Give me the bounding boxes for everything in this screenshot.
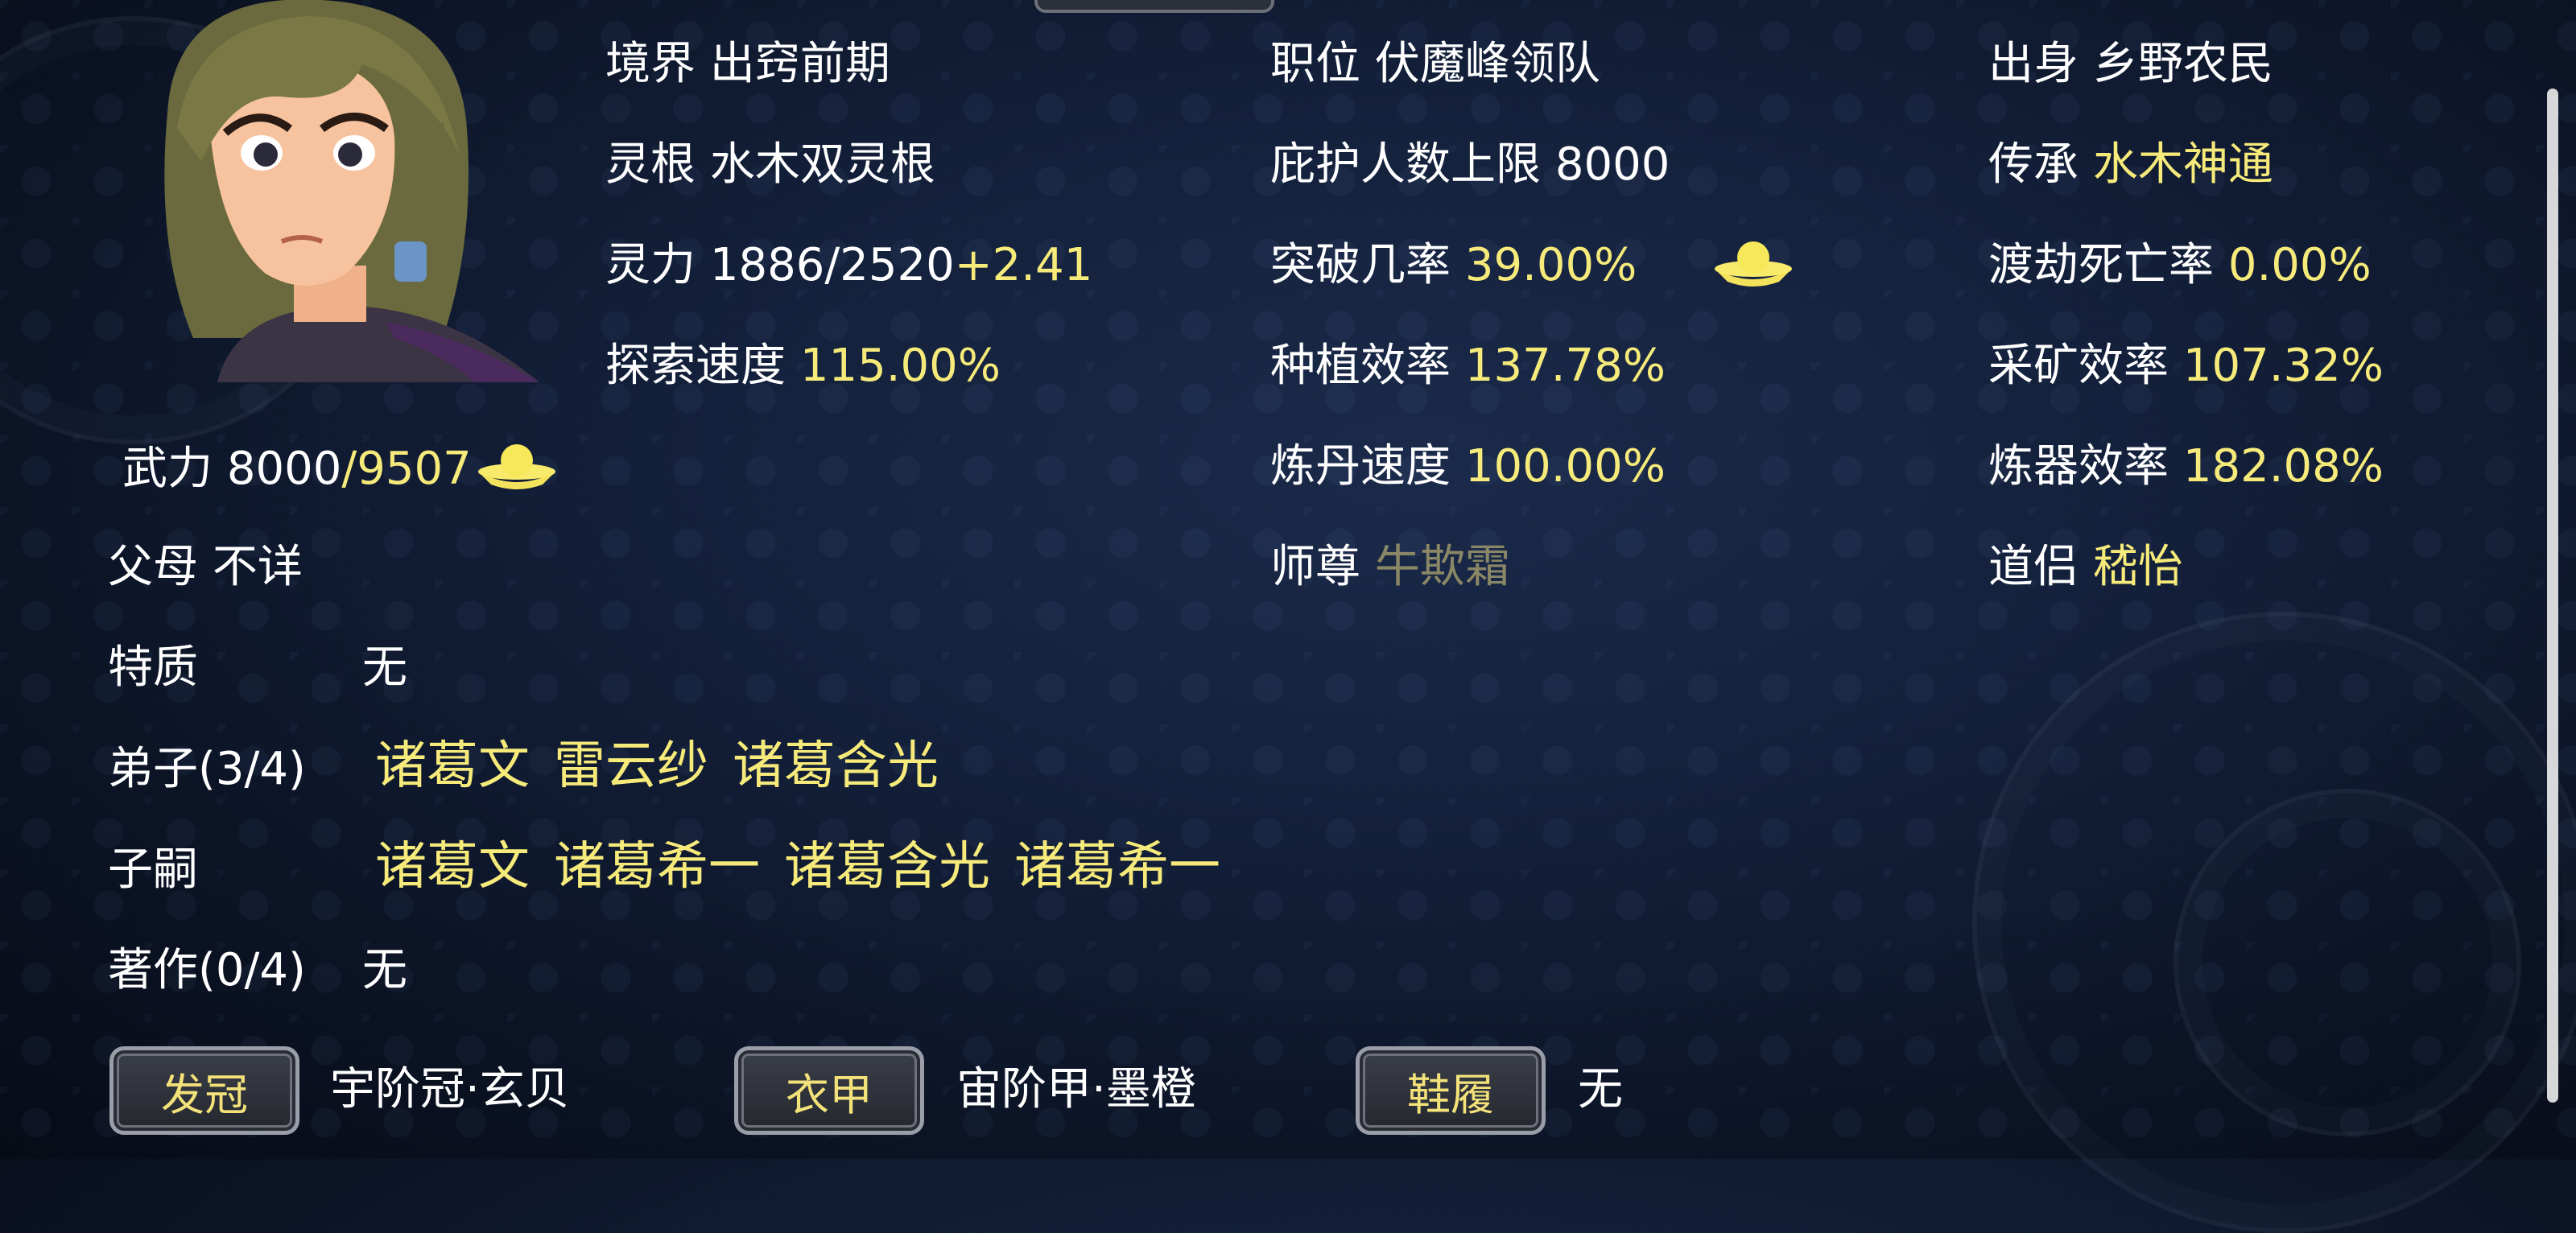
plant-row: 种植效率 137.78% — [1270, 344, 1666, 389]
shoes-equip-item: 无 — [1578, 1063, 1623, 1115]
trait-value: 无 — [362, 641, 407, 694]
spirit-row: 灵力 1886/2520+2.41 — [605, 243, 1092, 288]
mining-label: 采矿效率 — [1988, 340, 2169, 392]
explore-label: 探索速度 — [605, 340, 786, 392]
force-row: 武力 8000/9507 — [122, 447, 472, 492]
plant-value: 137.78% — [1464, 340, 1666, 392]
master-row[interactable]: 师尊 牛欺霜 — [1270, 545, 1510, 590]
mining-value: 107.32% — [2182, 340, 2384, 392]
armor-equip-button[interactable]: 衣甲 — [734, 1046, 924, 1135]
explore-value: 115.00% — [799, 340, 1001, 392]
parents-value: 不详 — [212, 541, 303, 593]
tribulation-row: 渡劫死亡率 0.00% — [1988, 243, 2372, 288]
origin-row: 出身 乡野农民 — [1988, 42, 2273, 87]
heir-name[interactable]: 诸葛希一 — [1014, 837, 1220, 897]
armor-equip-item: 宙阶甲·墨橙 — [956, 1063, 1196, 1115]
breakthrough-row: 突破几率 39.00% — [1270, 243, 1637, 288]
character-portrait — [121, 0, 539, 382]
breakthrough-label: 突破几率 — [1270, 239, 1451, 291]
partner-label: 道侣 — [1988, 541, 2079, 593]
shoes-equip-button[interactable]: 鞋履 — [1356, 1046, 1546, 1135]
alchemy-row: 炼丹速度 100.00% — [1270, 444, 1666, 489]
gold-ingot-icon[interactable] — [475, 443, 559, 494]
heirs-list: 诸葛文 诸葛希一 诸葛含光 诸葛希一 — [375, 841, 1245, 893]
root-value: 水木双灵根 — [709, 138, 935, 191]
heirs-label: 子嗣 — [108, 843, 198, 896]
root-row: 灵根 水木双灵根 — [605, 142, 935, 188]
partner-row[interactable]: 道侣 嵇怡 — [1988, 545, 2183, 590]
disciples-label: 弟子(3/4) — [108, 743, 306, 795]
shelter-value: 8000 — [1554, 138, 1670, 191]
partner-value[interactable]: 嵇怡 — [2093, 541, 2183, 593]
disciple-name[interactable]: 雷云纱 — [554, 736, 708, 796]
plant-label: 种植效率 — [1270, 340, 1451, 392]
gold-ingot-icon[interactable] — [1711, 240, 1795, 291]
heir-name[interactable]: 诸葛希一 — [554, 837, 760, 897]
alchemy-label: 炼丹速度 — [1270, 440, 1451, 493]
root-label: 灵根 — [605, 138, 696, 191]
parents-label: 父母 — [108, 541, 198, 593]
force-max: /9507 — [341, 443, 472, 495]
explore-row: 探索速度 115.00% — [605, 344, 1001, 389]
tribulation-value: 0.00% — [2227, 239, 2372, 291]
inherit-row: 传承 水木神通 — [1988, 142, 2273, 188]
alchemy-value: 100.00% — [1464, 440, 1666, 493]
position-row: 职位 伏魔峰领队 — [1270, 42, 1600, 87]
forge-row: 炼器效率 182.08% — [1988, 444, 2384, 489]
parents-row: 父母 不详 — [108, 545, 303, 590]
realm-row: 境界 出窍前期 — [605, 42, 890, 87]
shelter-row: 庇护人数上限 8000 — [1270, 142, 1670, 188]
disciple-name[interactable]: 诸葛文 — [375, 736, 530, 796]
shelter-label: 庇护人数上限 — [1270, 138, 1541, 191]
forge-value: 182.08% — [2182, 440, 2384, 493]
master-label: 师尊 — [1270, 541, 1360, 593]
spirit-label: 灵力 — [605, 239, 696, 291]
force-current: 8000 — [226, 443, 342, 495]
cloud-decoration-right — [1972, 612, 2576, 1233]
origin-label: 出身 — [1988, 38, 2079, 90]
forge-label: 炼器效率 — [1988, 440, 2169, 493]
head-equip-button[interactable]: 发冠 — [109, 1046, 299, 1135]
disciples-list: 诸葛文 雷云纱 诸葛含光 — [375, 740, 963, 792]
head-equip-item: 宇阶冠·玄贝 — [330, 1063, 570, 1115]
origin-value: 乡野农民 — [2092, 38, 2273, 90]
spirit-value: 1886/2520 — [709, 239, 955, 291]
mining-row: 采矿效率 107.32% — [1988, 344, 2384, 389]
inherit-value[interactable]: 水木神通 — [2093, 138, 2273, 191]
realm-label: 境界 — [605, 38, 696, 90]
realm-value: 出窍前期 — [709, 38, 890, 90]
scrollbar[interactable] — [2547, 89, 2558, 1103]
works-label: 著作(0/4) — [108, 944, 306, 996]
disciple-name[interactable]: 诸葛含光 — [733, 736, 939, 796]
force-label: 武力 — [122, 443, 213, 495]
works-value: 无 — [362, 944, 407, 996]
position-label: 职位 — [1270, 38, 1360, 90]
breakthrough-value: 39.00% — [1464, 239, 1637, 291]
heir-name[interactable]: 诸葛文 — [375, 837, 530, 897]
position-value: 伏魔峰领队 — [1374, 38, 1600, 90]
trait-label: 特质 — [108, 641, 198, 694]
master-value[interactable]: 牛欺霜 — [1375, 541, 1510, 593]
heir-name[interactable]: 诸葛含光 — [784, 837, 990, 897]
cloud-decoration-right-inner — [2174, 789, 2521, 1136]
tribulation-label: 渡劫死亡率 — [1988, 239, 2214, 291]
spirit-bonus: +2.41 — [954, 239, 1093, 291]
top-tab-handle[interactable] — [1034, 0, 1274, 13]
inherit-label: 传承 — [1988, 138, 2079, 191]
